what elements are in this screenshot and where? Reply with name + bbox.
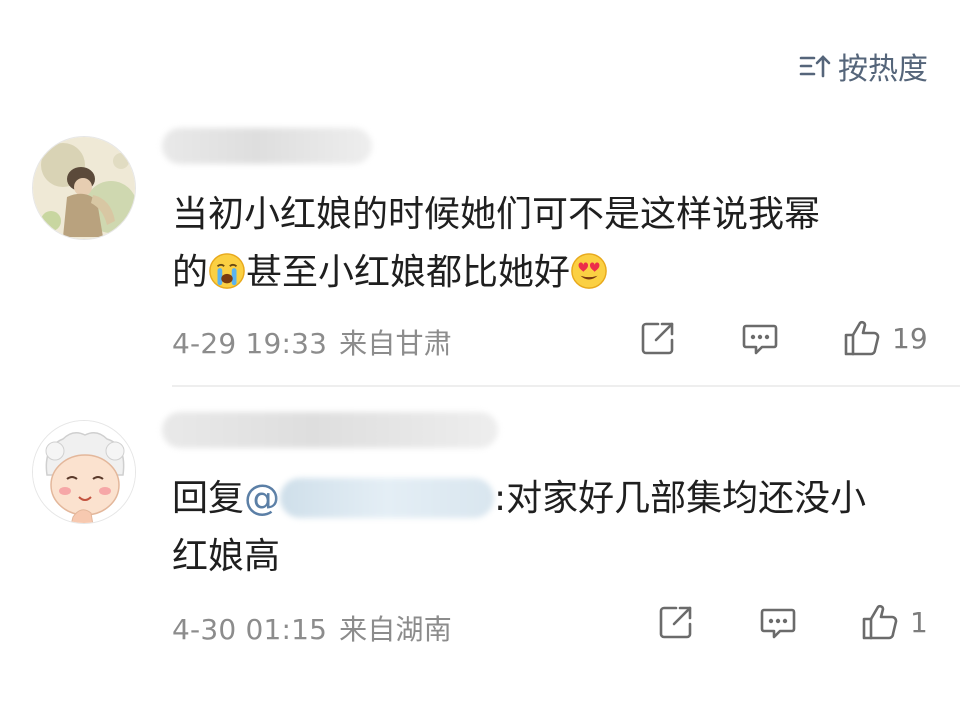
sort-label: 按热度	[838, 52, 928, 87]
comment-location: 来自湖南	[339, 613, 452, 646]
avatar[interactable]	[32, 136, 136, 240]
reply-prefix: 回复	[172, 478, 245, 519]
share-button[interactable]	[638, 318, 678, 358]
comment-location: 来自甘肃	[339, 327, 452, 360]
share-button[interactable]	[656, 602, 696, 642]
username-blurred[interactable]	[162, 128, 372, 164]
mention-username-blurred[interactable]	[280, 478, 495, 518]
comment-reply-button[interactable]	[758, 602, 798, 642]
share-icon	[659, 606, 692, 639]
heart-eyes-face-icon	[570, 250, 608, 308]
sort-by-hot-button[interactable]: 按热度	[798, 44, 928, 88]
avatar-image	[33, 421, 135, 523]
comment-text-line: 红娘高	[172, 536, 281, 577]
comment-text-segment: :对家好几部集均还没小	[494, 478, 867, 519]
comment-text-line: 回复@ :对家好几部集均还没小	[172, 470, 932, 528]
divider	[172, 385, 960, 387]
comment-bubble-icon	[742, 324, 778, 355]
comment-time: 4-30 01:15	[172, 613, 328, 646]
sort-icon	[799, 55, 831, 78]
comment-text-line: 的 甚至小红娘都比她好	[172, 244, 932, 308]
thumbs-up-icon	[844, 320, 880, 356]
comment-text-segment: 的	[172, 252, 209, 293]
comment-bubble-icon	[760, 608, 796, 639]
share-icon	[641, 322, 674, 355]
comment-meta: 4-29 19:33 来自甘肃	[172, 322, 452, 362]
like-count: 1	[910, 605, 928, 639]
like-button[interactable]: 1	[860, 602, 928, 642]
loudly-crying-face-icon	[208, 250, 246, 308]
thumbs-up-icon	[862, 604, 898, 640]
comment-text-segment: 甚至小红娘都比她好	[246, 252, 571, 293]
comment-reply-button[interactable]	[740, 318, 780, 358]
like-count: 19	[892, 321, 928, 355]
avatar[interactable]	[32, 420, 136, 524]
comment-text-line: 当初小红娘的时候她们可不是这样说我幂	[172, 194, 821, 235]
username-blurred[interactable]	[162, 412, 498, 448]
mention-at[interactable]: @	[244, 478, 280, 519]
comment-text: 当初小红娘的时候她们可不是这样说我幂 的 甚至小红娘都比她好	[172, 186, 932, 308]
comment-meta: 4-30 01:15 来自湖南	[172, 608, 452, 648]
comment-text: 回复@ :对家好几部集均还没小 红娘高	[172, 470, 932, 586]
like-button[interactable]: 19	[842, 318, 928, 358]
avatar-image	[33, 137, 135, 239]
comment-time: 4-29 19:33	[172, 327, 328, 360]
